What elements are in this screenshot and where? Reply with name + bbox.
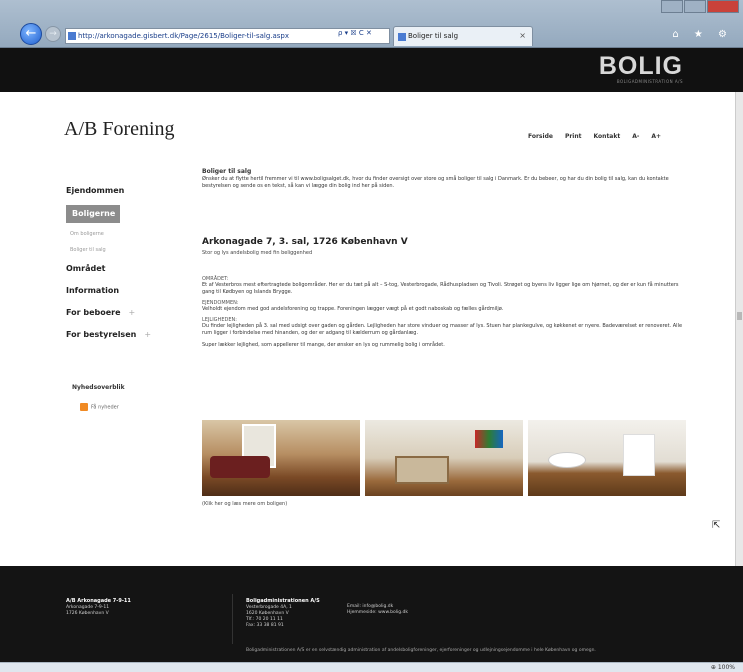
- listing-subtitle: Stor og lys andelsbolig med fin beliggen…: [202, 250, 313, 256]
- close-window-button[interactable]: [707, 0, 739, 13]
- site-title[interactable]: A/B Forening: [64, 118, 175, 141]
- vertical-scrollbar[interactable]: [735, 92, 743, 566]
- footer-line: Arkonagade 7-9-11: [66, 605, 110, 610]
- browser-status-bar: ⊕ 100%: [0, 662, 743, 672]
- footer-col-association: A/B Arkonagade 7-9-11 Arkonagade 7-9-11 …: [66, 598, 131, 617]
- photo-caption-link[interactable]: (Klik her og læs mere om boligen): [202, 501, 287, 507]
- back-arrow-icon[interactable]: ←: [20, 23, 42, 45]
- tab-title: Boliger til salg: [408, 32, 459, 40]
- intro-title: Boliger til salg: [202, 168, 252, 175]
- footer-line: 1726 København V: [66, 611, 109, 616]
- sidebar-item-omraadet[interactable]: Området: [66, 258, 186, 280]
- photo-bathroom[interactable]: [528, 420, 686, 496]
- footer-about-text: Boligadministrationen A/S er en selvstæn…: [246, 648, 596, 653]
- rss-icon: [80, 403, 88, 411]
- sidebar-item-for-bestyrelsen[interactable]: For bestyrelsen +: [66, 324, 186, 346]
- footer-col-contact: Email: info@bolig.dk Hjemmeside: www.bol…: [347, 604, 408, 616]
- listing-description: OMRÅDET: Et af Vesterbros mest eftertrag…: [202, 272, 687, 349]
- section-text: Et af Vesterbros mest eftertragtede boli…: [202, 282, 679, 295]
- sidebar-item-label: For beboere: [66, 308, 121, 317]
- footer-line: Tlf.: 70 20 11 11: [246, 617, 283, 622]
- window-controls: [660, 0, 739, 14]
- font-decrease-link[interactable]: A-: [632, 133, 639, 140]
- sidebar-item-for-beboere[interactable]: For beboere +: [66, 302, 186, 324]
- nav-forside-link[interactable]: Forside: [528, 133, 553, 140]
- news-section-title: Nyhedsoverblik: [72, 384, 125, 391]
- brand-logo[interactable]: BOLIG: [599, 52, 683, 81]
- scrollbar-thumb[interactable]: [737, 312, 742, 320]
- footer-heading: A/B Arkonagade 7-9-11: [66, 598, 131, 604]
- sidebar-item-ejendommen[interactable]: Ejendommen: [66, 180, 186, 202]
- intro-block: Boliger til salg Ønsker du at flytte her…: [202, 168, 687, 190]
- maximize-button[interactable]: [684, 0, 706, 13]
- mouse-cursor-icon: ⇱: [712, 520, 721, 531]
- page-favicon-icon: [68, 32, 76, 40]
- rss-link[interactable]: Få nyheder: [80, 403, 119, 411]
- footer-line: 1620 København V: [246, 611, 289, 616]
- closing-text: Super lækker lejlighed, som appellerer t…: [202, 342, 445, 348]
- footer-website-link[interactable]: Hjemmeside: www.bolig.dk: [347, 610, 408, 615]
- tab-close-icon[interactable]: ×: [519, 27, 526, 45]
- nav-print-link[interactable]: Print: [565, 133, 582, 140]
- footer-line: Fax: 33 38 81 91: [246, 623, 284, 628]
- rss-label: Få nyheder: [91, 404, 119, 411]
- sidebar-item-information[interactable]: Information: [66, 280, 186, 302]
- forward-arrow-icon[interactable]: →: [45, 26, 61, 42]
- footer-heading: Boligadministrationen A/S: [246, 598, 320, 604]
- top-navigation: Forside Print Kontakt A- A+: [528, 133, 673, 140]
- tab-favicon-icon: [398, 33, 406, 41]
- minimize-button[interactable]: [661, 0, 683, 13]
- font-increase-link[interactable]: A+: [651, 133, 661, 140]
- browser-tab[interactable]: Boliger til salg ×: [393, 26, 533, 46]
- listing-title: Arkonagade 7, 3. sal, 1726 København V: [202, 237, 408, 247]
- zoom-level[interactable]: ⊕ 100%: [711, 663, 735, 672]
- sidebar-nav: Ejendommen Boligerne Om boligerne Bolige…: [66, 180, 186, 346]
- expand-plus-icon[interactable]: +: [144, 330, 151, 339]
- footer-email-link[interactable]: Email: info@bolig.dk: [347, 604, 393, 609]
- sidebar-subitem-om-boligerne[interactable]: Om boligerne: [66, 226, 186, 242]
- expand-plus-icon[interactable]: +: [129, 308, 136, 317]
- photo-living-room[interactable]: [202, 420, 360, 496]
- sidebar-subitem-boliger-til-salg[interactable]: Boliger til salg: [66, 242, 186, 258]
- photo-gallery: [202, 420, 686, 496]
- sidebar-item-boligerne[interactable]: Boligerne: [66, 205, 120, 223]
- nav-kontakt-link[interactable]: Kontakt: [594, 133, 621, 140]
- footer-divider: [232, 594, 233, 644]
- browser-tools-icons[interactable]: ⌂ ★ ⚙: [672, 29, 733, 40]
- section-text: Du finder lejligheden på 3. sal med udsi…: [202, 323, 683, 336]
- section-text: Velholdt ejendom med god andelsforening …: [202, 306, 504, 312]
- photo-dining-room[interactable]: [365, 420, 523, 496]
- sidebar-item-label: For bestyrelsen: [66, 330, 137, 339]
- footer-col-admin: Boligadministrationen A/S Vesterbrogade …: [246, 598, 320, 629]
- intro-text: Ønsker du at flytte hertil fremmer vi ti…: [202, 176, 669, 189]
- brand-tagline: BOLIGADMINISTRATION A/S: [616, 79, 683, 84]
- browser-chrome: ← → http://arkonagade.gisbert.dk/Page/26…: [0, 0, 743, 48]
- footer-line: Vesterbrogade 4A, 1: [246, 605, 292, 610]
- address-controls[interactable]: ρ ▾ ☒ C ✕: [338, 29, 372, 37]
- address-url: http://arkonagade.gisbert.dk/Page/2615/B…: [78, 32, 290, 40]
